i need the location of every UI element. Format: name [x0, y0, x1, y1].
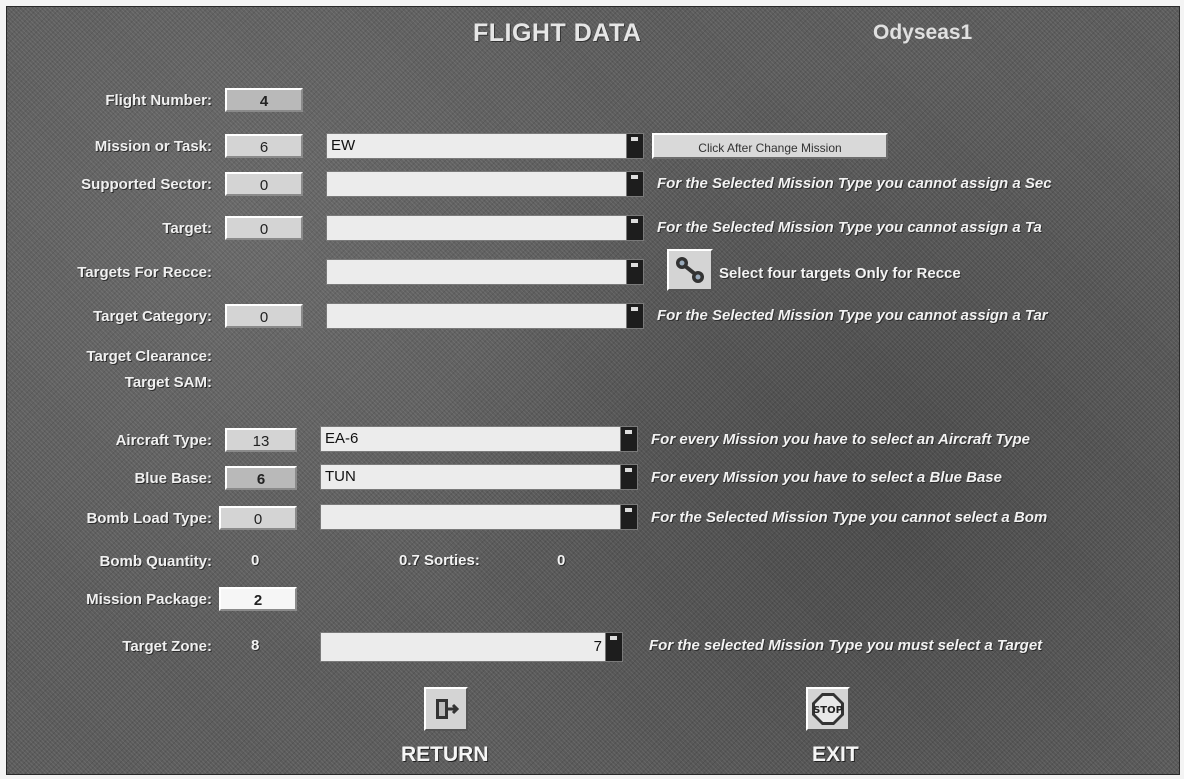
recce-combo[interactable]: [326, 259, 644, 285]
exit-label[interactable]: EXIT: [812, 743, 859, 767]
target-clearance-label: Target Clearance:: [86, 348, 212, 365]
target-sam-label: Target SAM:: [124, 374, 212, 391]
change-mission-button[interactable]: Click After Change Mission: [652, 133, 888, 159]
recce-dropdown-arrow-icon[interactable]: [626, 260, 643, 284]
bomb-load-combo[interactable]: [320, 504, 638, 530]
binoculars-icon: [676, 257, 704, 283]
mission-combo[interactable]: EW: [326, 133, 644, 159]
exit-door-icon: [436, 699, 460, 719]
mission-dropdown-arrow-icon[interactable]: [626, 134, 643, 158]
stop-sign-text: STOP: [813, 705, 843, 716]
target-category-label: Target Category:: [93, 308, 212, 325]
aircraft-combo-value: EA-6: [325, 430, 359, 447]
aircraft-type-label: Aircraft Type:: [115, 432, 212, 449]
target-zone-value: 8: [251, 637, 260, 654]
stop-sign-icon: STOP: [812, 693, 844, 725]
target-dropdown-arrow-icon[interactable]: [626, 216, 643, 240]
target-category-dropdown-arrow-icon[interactable]: [626, 304, 643, 328]
sorties-label: 0.7 Sorties:: [399, 552, 480, 569]
target-zone-combo-value: 7: [593, 638, 602, 655]
aircraft-combo[interactable]: EA-6: [320, 426, 638, 452]
target-zone-label: Target Zone:: [122, 638, 212, 655]
exit-button[interactable]: STOP: [806, 687, 850, 731]
mission-package-label: Mission Package:: [86, 591, 212, 608]
recce-note: Select four targets Only for Recce: [719, 265, 961, 282]
blue-base-note: For every Mission you have to select a B…: [651, 469, 1002, 486]
sector-label: Supported Sector:: [81, 176, 212, 193]
aircraft-dropdown-arrow-icon[interactable]: [620, 427, 637, 451]
bomb-load-code-field[interactable]: 0: [219, 506, 297, 530]
blue-base-combo[interactable]: TUN: [320, 464, 638, 490]
sector-note: For the Selected Mission Type you cannot…: [657, 175, 1052, 192]
mission-combo-value: EW: [331, 137, 356, 154]
recce-label: Targets For Recce:: [77, 264, 212, 281]
target-note: For the Selected Mission Type you cannot…: [657, 219, 1042, 236]
target-category-note: For the Selected Mission Type you cannot…: [657, 307, 1048, 324]
sector-dropdown-arrow-icon[interactable]: [626, 172, 643, 196]
aircraft-note: For every Mission you have to select an …: [651, 431, 1031, 448]
flight-data-panel: FLIGHT DATA Odyseas1 Flight Number: 4 Mi…: [6, 6, 1180, 775]
page-title: FLIGHT DATA: [473, 19, 642, 47]
flight-number-label: Flight Number:: [105, 92, 212, 109]
target-zone-note: For the selected Mission Type you must s…: [649, 637, 1043, 654]
recce-select-button[interactable]: [667, 249, 713, 291]
return-button[interactable]: [424, 687, 468, 731]
target-zone-combo[interactable]: 7: [320, 632, 623, 662]
mission-code-field[interactable]: 6: [225, 134, 303, 158]
sector-code-field[interactable]: 0: [225, 172, 303, 196]
blue-base-combo-value: TUN: [325, 468, 356, 485]
blue-base-dropdown-arrow-icon[interactable]: [620, 465, 637, 489]
target-combo[interactable]: [326, 215, 644, 241]
return-label[interactable]: RETURN: [401, 743, 489, 767]
aircraft-code-field[interactable]: 13: [225, 428, 297, 452]
bomb-load-note: For the Selected Mission Type you cannot…: [651, 509, 1048, 526]
target-category-combo[interactable]: [326, 303, 644, 329]
bomb-load-label: Bomb Load Type:: [86, 510, 212, 527]
bomb-quantity-value: 0: [251, 552, 260, 569]
blue-base-code-field[interactable]: 6: [225, 466, 297, 490]
target-zone-dropdown-arrow-icon[interactable]: [605, 633, 622, 661]
target-code-field[interactable]: 0: [225, 216, 303, 240]
bomb-load-dropdown-arrow-icon[interactable]: [620, 505, 637, 529]
target-category-code-field[interactable]: 0: [225, 304, 303, 328]
mission-package-field[interactable]: 2: [219, 587, 297, 611]
blue-base-label: Blue Base:: [134, 470, 212, 487]
sector-combo[interactable]: [326, 171, 644, 197]
flight-number-field: 4: [225, 88, 303, 112]
sorties-value: 0: [557, 552, 566, 569]
bomb-quantity-label: Bomb Quantity:: [99, 553, 213, 570]
mission-label: Mission or Task:: [94, 138, 212, 155]
target-label: Target:: [162, 220, 212, 237]
user-name: Odyseas1: [873, 21, 973, 44]
